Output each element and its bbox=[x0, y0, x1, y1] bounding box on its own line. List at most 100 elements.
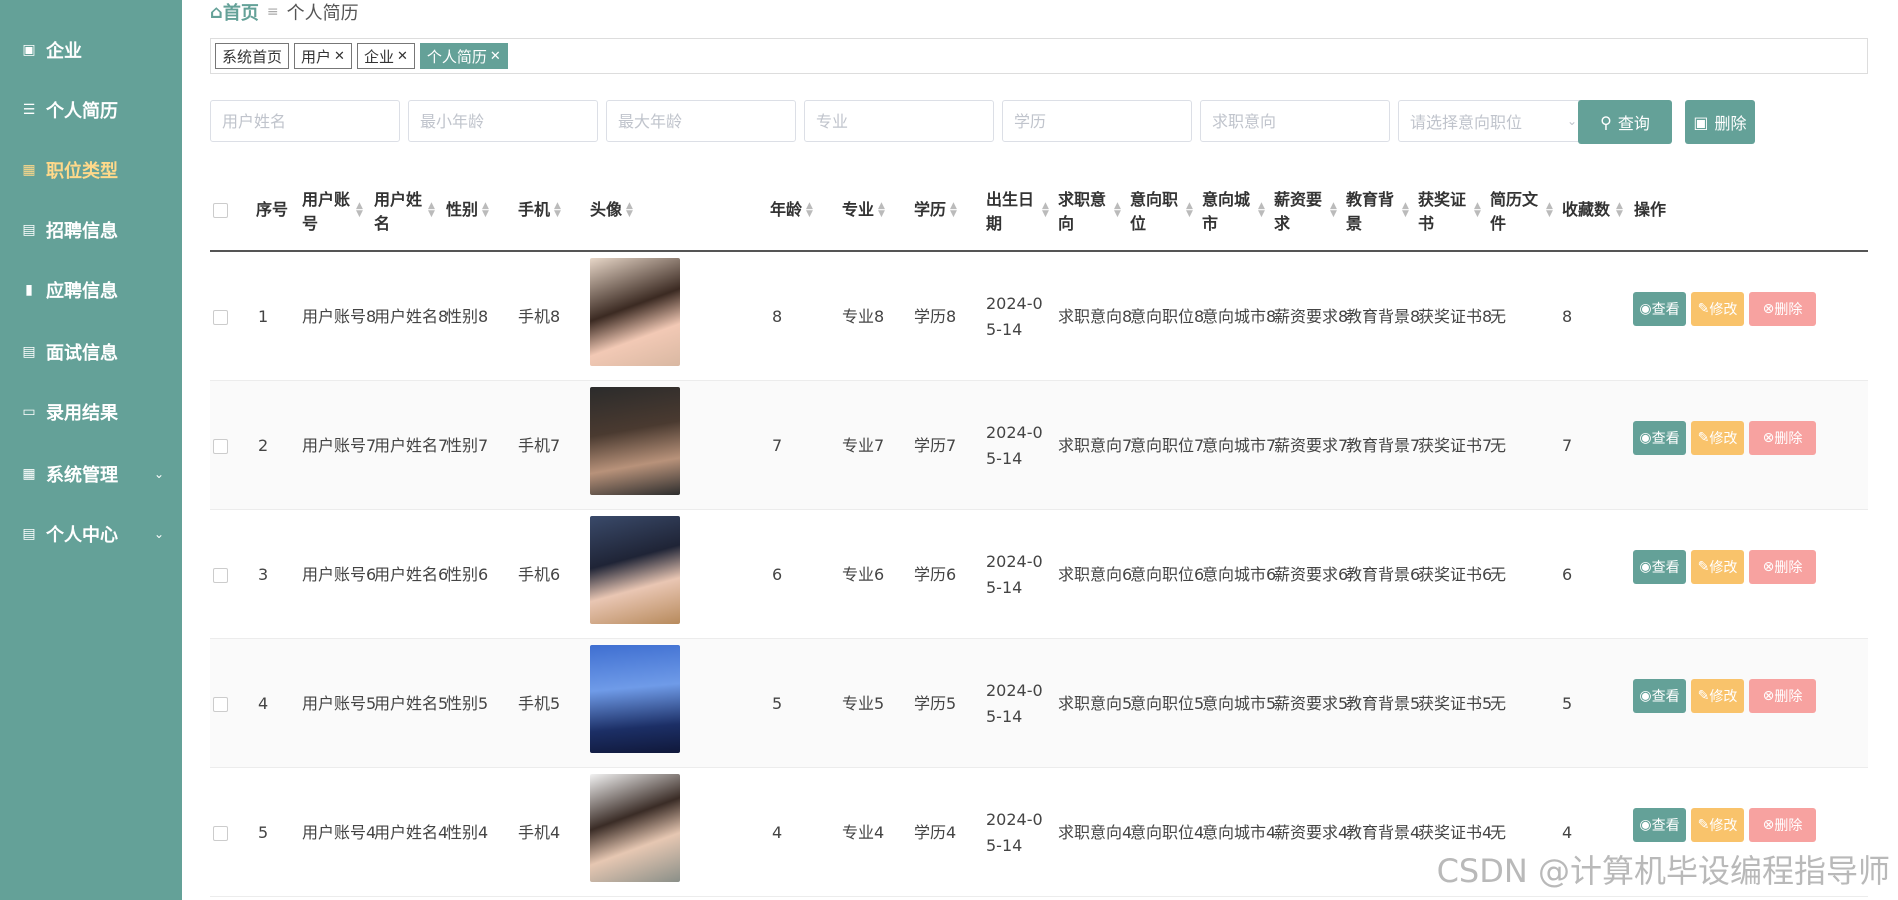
select-all-checkbox[interactable] bbox=[213, 203, 228, 218]
query-button[interactable]: ⚲ 查询 bbox=[1578, 100, 1672, 144]
sort-icon[interactable]: ▲ ▼ bbox=[626, 202, 633, 219]
view-button[interactable]: ◉ 查看 bbox=[1633, 421, 1686, 455]
header-position[interactable]: 意向职位 bbox=[1130, 188, 1182, 236]
close-icon[interactable]: ✕ bbox=[334, 49, 345, 64]
tag-resume[interactable]: 个人简历 ✕ bbox=[419, 43, 508, 69]
row-checkbox[interactable] bbox=[213, 826, 228, 841]
header-ops: 操作 bbox=[1634, 200, 1667, 219]
tag-enterprise[interactable]: 企业 ✕ bbox=[356, 43, 415, 69]
batch-delete-button[interactable]: ▣ 删除 bbox=[1685, 100, 1755, 144]
sort-icon[interactable]: ▲ ▼ bbox=[554, 202, 561, 219]
sidebar-item-system[interactable]: ▦ 系统管理 ⌄ bbox=[0, 454, 182, 494]
header-file[interactable]: 简历文件 bbox=[1490, 188, 1542, 236]
sort-icon[interactable]: ▲ ▼ bbox=[1330, 202, 1337, 219]
delete-button[interactable]: ⊗ 删除 bbox=[1749, 808, 1816, 842]
sort-icon[interactable]: ▲ ▼ bbox=[950, 202, 957, 219]
sidebar-item-resume[interactable]: ☰ 个人简历 bbox=[0, 90, 182, 130]
edit-button[interactable]: ✎ 修改 bbox=[1691, 679, 1744, 713]
header-age[interactable]: 年龄 bbox=[770, 198, 802, 222]
header-birth[interactable]: 出生日期 bbox=[986, 188, 1038, 236]
sort-icon[interactable]: ▲ ▼ bbox=[1402, 202, 1409, 219]
header-intention[interactable]: 求职意向 bbox=[1058, 188, 1110, 236]
avatar[interactable] bbox=[590, 645, 680, 753]
avatar[interactable] bbox=[590, 258, 680, 366]
position-select[interactable]: 请选择意向职位 ⌄ bbox=[1398, 100, 1588, 142]
edit-button[interactable]: ✎ 修改 bbox=[1691, 292, 1744, 326]
sort-icon[interactable]: ▲ ▼ bbox=[356, 202, 363, 219]
education-input[interactable] bbox=[1002, 100, 1192, 142]
cell-intention: 求职意向8 bbox=[1058, 307, 1133, 326]
cell-city: 意向城市8 bbox=[1202, 307, 1277, 326]
close-icon[interactable]: ✕ bbox=[397, 49, 408, 64]
view-button[interactable]: ◉ 查看 bbox=[1633, 808, 1686, 842]
view-button[interactable]: ◉ 查看 bbox=[1633, 550, 1686, 584]
header-phone[interactable]: 手机 bbox=[518, 198, 550, 222]
sidebar-item-personal-center[interactable]: ▤ 个人中心 ⌄ bbox=[0, 514, 182, 554]
view-button[interactable]: ◉ 查看 bbox=[1633, 679, 1686, 713]
header-name[interactable]: 用户姓名 bbox=[374, 188, 426, 236]
watermark: CSDN @计算机毕设编程指导师 bbox=[1436, 852, 1890, 890]
sort-icon[interactable]: ▲ ▼ bbox=[1616, 202, 1623, 219]
header-background[interactable]: 教育背景 bbox=[1346, 188, 1398, 236]
delete-button[interactable]: ⊗ 删除 bbox=[1749, 679, 1816, 713]
cell-age: 5 bbox=[772, 694, 783, 713]
close-icon[interactable]: ✕ bbox=[490, 49, 501, 64]
username-input[interactable] bbox=[210, 100, 400, 142]
avatar[interactable] bbox=[590, 387, 680, 495]
sidebar-item-interview[interactable]: ▤ 面试信息 bbox=[0, 332, 182, 372]
max-age-input[interactable] bbox=[606, 100, 796, 142]
sidebar-item-hire-result[interactable]: ▭ 录用结果 bbox=[0, 392, 182, 432]
sort-icon[interactable]: ▲ ▼ bbox=[1474, 202, 1481, 219]
header-gender[interactable]: 性别 bbox=[446, 198, 478, 222]
min-age-input[interactable] bbox=[408, 100, 598, 142]
sidebar-item-job-type[interactable]: ▦ 职位类型 bbox=[0, 150, 182, 190]
intention-input[interactable] bbox=[1200, 100, 1390, 142]
sort-icon[interactable]: ▲ ▼ bbox=[1186, 202, 1193, 219]
edit-button[interactable]: ✎ 修改 bbox=[1691, 808, 1744, 842]
sort-icon[interactable]: ▲ ▼ bbox=[1042, 202, 1049, 219]
row-checkbox[interactable] bbox=[213, 310, 228, 325]
avatar[interactable] bbox=[590, 516, 680, 624]
sort-icon[interactable]: ▲ ▼ bbox=[806, 202, 813, 219]
sidebar-item-application[interactable]: ▮ 应聘信息 bbox=[0, 270, 182, 310]
header-favorites[interactable]: 收藏数 bbox=[1562, 198, 1610, 222]
delete-button[interactable]: ⊗ 删除 bbox=[1749, 292, 1816, 326]
sidebar-item-recruitment[interactable]: ▤ 招聘信息 bbox=[0, 210, 182, 250]
delete-button[interactable]: ⊗ 删除 bbox=[1749, 421, 1816, 455]
row-checkbox[interactable] bbox=[213, 568, 228, 583]
header-account[interactable]: 用户账号 bbox=[302, 188, 354, 236]
row-actions: ◉ 查看 ✎ 修改 ⊗ 删除 bbox=[1633, 550, 1816, 584]
sidebar-item-enterprise[interactable]: ▣ 企业 bbox=[0, 30, 182, 70]
edit-button[interactable]: ✎ 修改 bbox=[1691, 550, 1744, 584]
cell-account: 用户账号5 bbox=[302, 694, 377, 713]
breadcrumb-home[interactable]: 首页 bbox=[223, 0, 259, 25]
cell-account: 用户账号8 bbox=[302, 307, 377, 326]
major-input[interactable] bbox=[804, 100, 994, 142]
cell-name: 用户姓名6 bbox=[374, 565, 449, 584]
sort-icon[interactable]: ▲ ▼ bbox=[482, 202, 489, 219]
header-avatar[interactable]: 头像 bbox=[590, 198, 622, 222]
sort-icon[interactable]: ▲ ▼ bbox=[428, 202, 435, 219]
row-checkbox[interactable] bbox=[213, 697, 228, 712]
view-button[interactable]: ◉ 查看 bbox=[1633, 292, 1686, 326]
sort-icon[interactable]: ▲ ▼ bbox=[878, 202, 885, 219]
header-salary[interactable]: 薪资要求 bbox=[1274, 188, 1326, 236]
delete-label: 删除 bbox=[1774, 689, 1803, 705]
row-checkbox[interactable] bbox=[213, 439, 228, 454]
tag-user[interactable]: 用户 ✕ bbox=[294, 43, 352, 69]
avatar[interactable] bbox=[590, 774, 680, 882]
header-city[interactable]: 意向城市 bbox=[1202, 188, 1254, 236]
header-award[interactable]: 获奖证书 bbox=[1418, 188, 1470, 236]
table-row: 4 用户账号5 用户姓名5 性别5 手机5 5 专业5 学历5 2024-05-14 求职意向5 意… bbox=[210, 639, 1868, 768]
tag-system-home[interactable]: 系统首页 bbox=[215, 43, 290, 69]
sort-icon[interactable]: ▲ ▼ bbox=[1258, 202, 1265, 219]
home-icon[interactable]: ⌂ bbox=[210, 2, 223, 23]
delete-button[interactable]: ⊗ 删除 bbox=[1749, 550, 1816, 584]
sort-icon[interactable]: ▲ ▼ bbox=[1114, 202, 1121, 219]
sort-icon[interactable]: ▲ ▼ bbox=[1546, 202, 1553, 219]
edit-button[interactable]: ✎ 修改 bbox=[1691, 421, 1744, 455]
header-major[interactable]: 专业 bbox=[842, 198, 874, 222]
eye-icon: ◉ bbox=[1639, 559, 1652, 575]
view-label: 查看 bbox=[1651, 818, 1680, 834]
header-education[interactable]: 学历 bbox=[914, 198, 946, 222]
